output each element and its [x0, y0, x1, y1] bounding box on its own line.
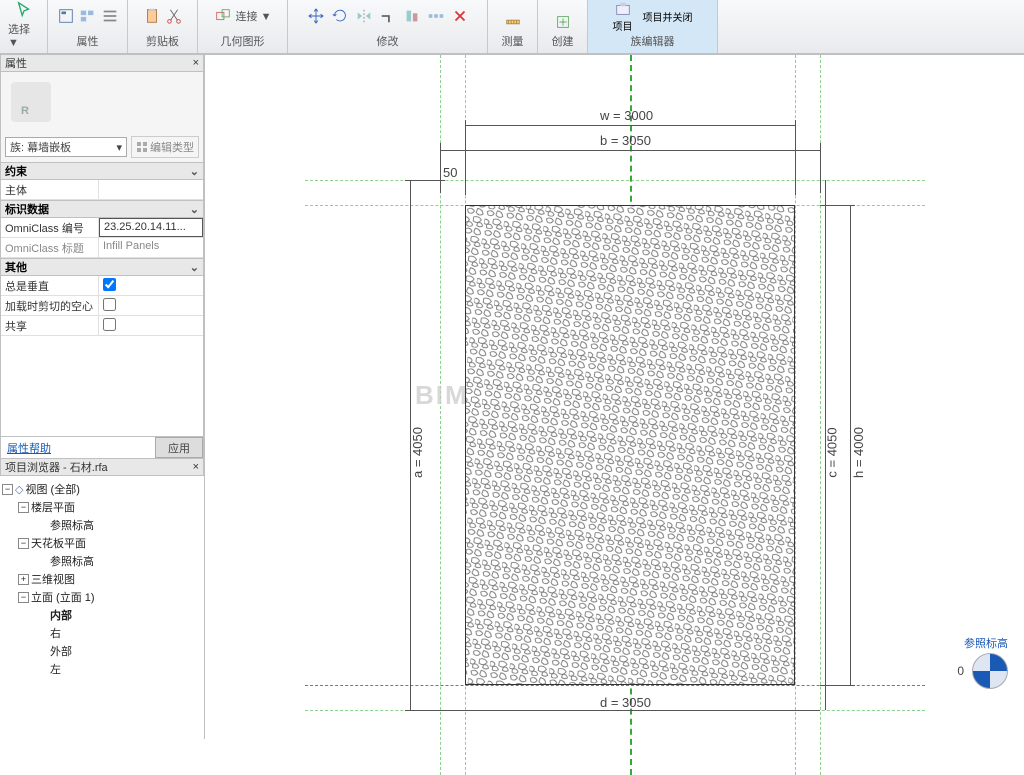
ribbon: 选择 ▼ 属性 剪贴板 连接 ▼ 几何图形 修: [0, 0, 1024, 54]
dim-w: w = 3000: [600, 108, 653, 123]
prop-row-omni-number[interactable]: OmniClass 编号23.25.20.14.11...: [1, 218, 203, 238]
tree-3d-views[interactable]: +三维视图: [2, 570, 202, 588]
watermark: BIM: [415, 380, 469, 411]
load-close-button[interactable]: 项目并关闭: [639, 7, 697, 26]
panel-rectangle: [465, 205, 795, 685]
tree-ref-level-1[interactable]: 参照标高: [2, 516, 202, 534]
array-icon[interactable]: [427, 7, 445, 25]
mirror-icon[interactable]: [355, 7, 373, 25]
always-vertical-checkbox[interactable]: [103, 278, 116, 291]
dim-a: a = 4050: [410, 427, 425, 478]
tree-interior[interactable]: 内部: [2, 606, 202, 624]
svg-text:R: R: [21, 105, 29, 117]
tree-ref-level-2[interactable]: 参照标高: [2, 552, 202, 570]
clipboard-label: 剪贴板: [146, 33, 179, 51]
project-browser-tree: −◇视图 (全部) −楼层平面 参照标高 −天花板平面 参照标高 +三维视图 −…: [0, 476, 204, 682]
properties-help-link[interactable]: 属性帮助: [1, 437, 57, 458]
edit-type-button[interactable]: 编辑类型: [131, 136, 199, 158]
fameditor-label: 族编辑器: [631, 33, 675, 51]
create-icon[interactable]: [554, 13, 572, 31]
type-preview-icon: R: [1, 72, 203, 132]
tree-exterior[interactable]: 外部: [2, 642, 202, 660]
select-icon[interactable]: [15, 1, 33, 19]
view-indicator[interactable]: 参照标高 0: [957, 635, 1008, 689]
other-section[interactable]: 其他⌄: [1, 258, 203, 276]
chevron-down-icon: ▾: [116, 141, 122, 154]
close-icon[interactable]: ×: [193, 461, 199, 473]
tree-left[interactable]: 左: [2, 660, 202, 678]
tree-floor-plans[interactable]: −楼层平面: [2, 498, 202, 516]
properties-panel-header[interactable]: 属性 ×: [0, 54, 204, 72]
select-label[interactable]: 选择 ▼: [8, 21, 39, 51]
cut-icon[interactable]: [165, 7, 183, 25]
apply-button[interactable]: 应用: [155, 437, 203, 458]
list-icon[interactable]: [101, 7, 119, 25]
trim-icon[interactable]: [379, 7, 397, 25]
project-browser-header[interactable]: 项目浏览器 - 石材.rfa ×: [0, 458, 204, 476]
align-icon[interactable]: [403, 7, 421, 25]
shared-checkbox[interactable]: [103, 318, 116, 331]
project-icon: [614, 0, 632, 18]
identity-section[interactable]: 标识数据⌄: [1, 200, 203, 218]
measure-label: 测量: [502, 33, 524, 51]
grid-icon: [136, 141, 148, 153]
prop-row-host[interactable]: 主体: [1, 180, 203, 200]
connect-text[interactable]: 连接 ▼: [236, 8, 272, 24]
constraint-section[interactable]: 约束⌄: [1, 162, 203, 180]
modify-label: 修改: [377, 33, 399, 51]
tree-elevations[interactable]: −立面 (立面 1): [2, 588, 202, 606]
prop-row-void-cut[interactable]: 加载时剪切的空心: [1, 296, 203, 316]
drawing-canvas[interactable]: w = 3000 b = 3050 50 a = 4050 c = 4050 h…: [204, 54, 1024, 739]
dim-c: c = 4050: [825, 427, 840, 477]
properties-icon[interactable]: [57, 7, 75, 25]
orientation-icon[interactable]: [972, 653, 1008, 689]
close-icon[interactable]: ×: [193, 57, 199, 69]
join-icon[interactable]: [214, 7, 232, 25]
paste-icon[interactable]: [143, 7, 161, 25]
left-column: 属性 × R 族: 幕墙嵌板 ▾ 编辑类型 约束⌄ 主体 标识数据⌄ OmniC…: [0, 54, 204, 739]
tree-right[interactable]: 右: [2, 624, 202, 642]
prop-row-omni-title: OmniClass 标题Infill Panels: [1, 238, 203, 258]
load-project-button[interactable]: 项目: [609, 0, 637, 35]
tree-views[interactable]: −◇视图 (全部): [2, 480, 202, 498]
move-icon[interactable]: [307, 7, 325, 25]
reference-level-label: 参照标高: [957, 635, 1008, 651]
dim-h: h = 4000: [851, 427, 866, 478]
prop-row-always-vertical[interactable]: 总是垂直: [1, 276, 203, 296]
family-types-icon[interactable]: [79, 7, 97, 25]
dim-50: 50: [443, 165, 457, 180]
prop-row-shared[interactable]: 共享: [1, 316, 203, 336]
tree-ceiling-plans[interactable]: −天花板平面: [2, 534, 202, 552]
dim-d: d = 3050: [600, 695, 651, 710]
void-cut-checkbox[interactable]: [103, 298, 116, 311]
rotate-icon[interactable]: [331, 7, 349, 25]
level-zero: 0: [957, 664, 964, 678]
delete-icon[interactable]: [451, 7, 469, 25]
properties-group-label: 属性: [77, 33, 99, 51]
create-label: 创建: [552, 33, 574, 51]
dim-b: b = 3050: [600, 133, 651, 148]
family-type-selector[interactable]: 族: 幕墙嵌板 ▾: [5, 137, 127, 157]
measure-icon[interactable]: [504, 13, 522, 31]
drawing: w = 3000 b = 3050 50 a = 4050 c = 4050 h…: [265, 75, 985, 735]
geometry-label: 几何图形: [221, 33, 265, 51]
